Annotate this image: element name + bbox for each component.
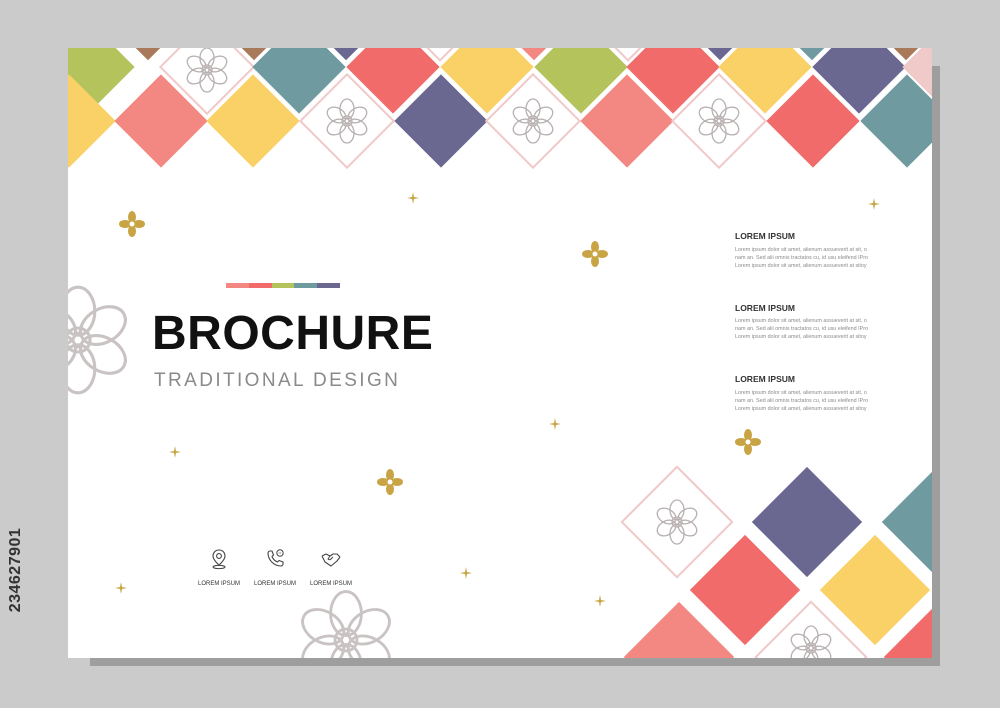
stripe-segment (248, 283, 272, 288)
contact-label: LOREM IPSUM (254, 581, 297, 587)
brochure-page: BROCHURE TRADITIONAL DESIGN LOREM IPSUM … (68, 48, 932, 658)
info-heading: LOREM IPSUM (735, 302, 795, 313)
color-stripe (226, 283, 340, 288)
bottom-tile-cluster (620, 465, 932, 658)
contact-label: LOREM IPSUM (198, 581, 241, 587)
contact-partner: LOREM IPSUM (310, 548, 353, 587)
left-flower-ornament (68, 285, 134, 395)
stripe-segment (317, 283, 340, 288)
handshake-icon (320, 548, 342, 575)
stock-id-text: 234627901 (7, 527, 24, 613)
info-heading: LOREM IPSUM (735, 374, 795, 384)
contact-row: LOREM IPSUM LOREM IPSUM LOREM IPSUM (198, 548, 353, 587)
info-block: LOREM IPSUM Lorem ipsum dolor sit amet, … (735, 302, 875, 342)
contact-phone: LOREM IPSUM (254, 548, 297, 587)
info-line: Lorem ipsum dolor sit amet, alienum assu… (735, 318, 867, 324)
info-line: Lorem ipsum dolor sit amet, alienum assu… (735, 246, 867, 253)
stock-id: 234627901 (6, 475, 26, 665)
contact-location: LOREM IPSUM (198, 548, 241, 587)
info-line: Lorem ipsum dolor sit amet, alienum assu… (735, 262, 867, 269)
info-line: Lorem ipsum dolor sit amet, alienum assu… (735, 405, 867, 412)
stripe-segment (271, 283, 295, 288)
info-line: nam an. Sed alii omnis tractatos cu, id … (735, 326, 869, 332)
info-heading: LOREM IPSUM (735, 231, 795, 241)
bottom-flower-ornament (294, 590, 398, 658)
info-block: LOREM IPSUM Lorem ipsum dolor sit amet, … (735, 232, 875, 270)
stripe-segment (294, 283, 318, 288)
info-blocks: LOREM IPSUM Lorem ipsum dolor sit amet, … (735, 232, 875, 447)
info-block: LOREM IPSUM Lorem ipsum dolor sit amet, … (735, 375, 875, 413)
info-line: nam an. Sed alii omnis tractatos cu, id … (735, 254, 869, 261)
brochure-subtitle: TRADITIONAL DESIGN (154, 370, 401, 391)
info-line: nam an. Sed alii omnis tractatos cu, id … (735, 397, 869, 404)
stripe-segment (226, 283, 249, 288)
info-line: Lorem ipsum dolor sit amet, alienum assu… (735, 334, 867, 340)
contact-label: LOREM IPSUM (310, 581, 353, 587)
top-tile-band (68, 48, 932, 170)
info-line: Lorem ipsum dolor sit amet, alienum assu… (735, 389, 867, 396)
phone-icon (264, 548, 286, 575)
brochure-title: BROCHURE (152, 307, 434, 360)
location-pin-icon (208, 548, 230, 575)
